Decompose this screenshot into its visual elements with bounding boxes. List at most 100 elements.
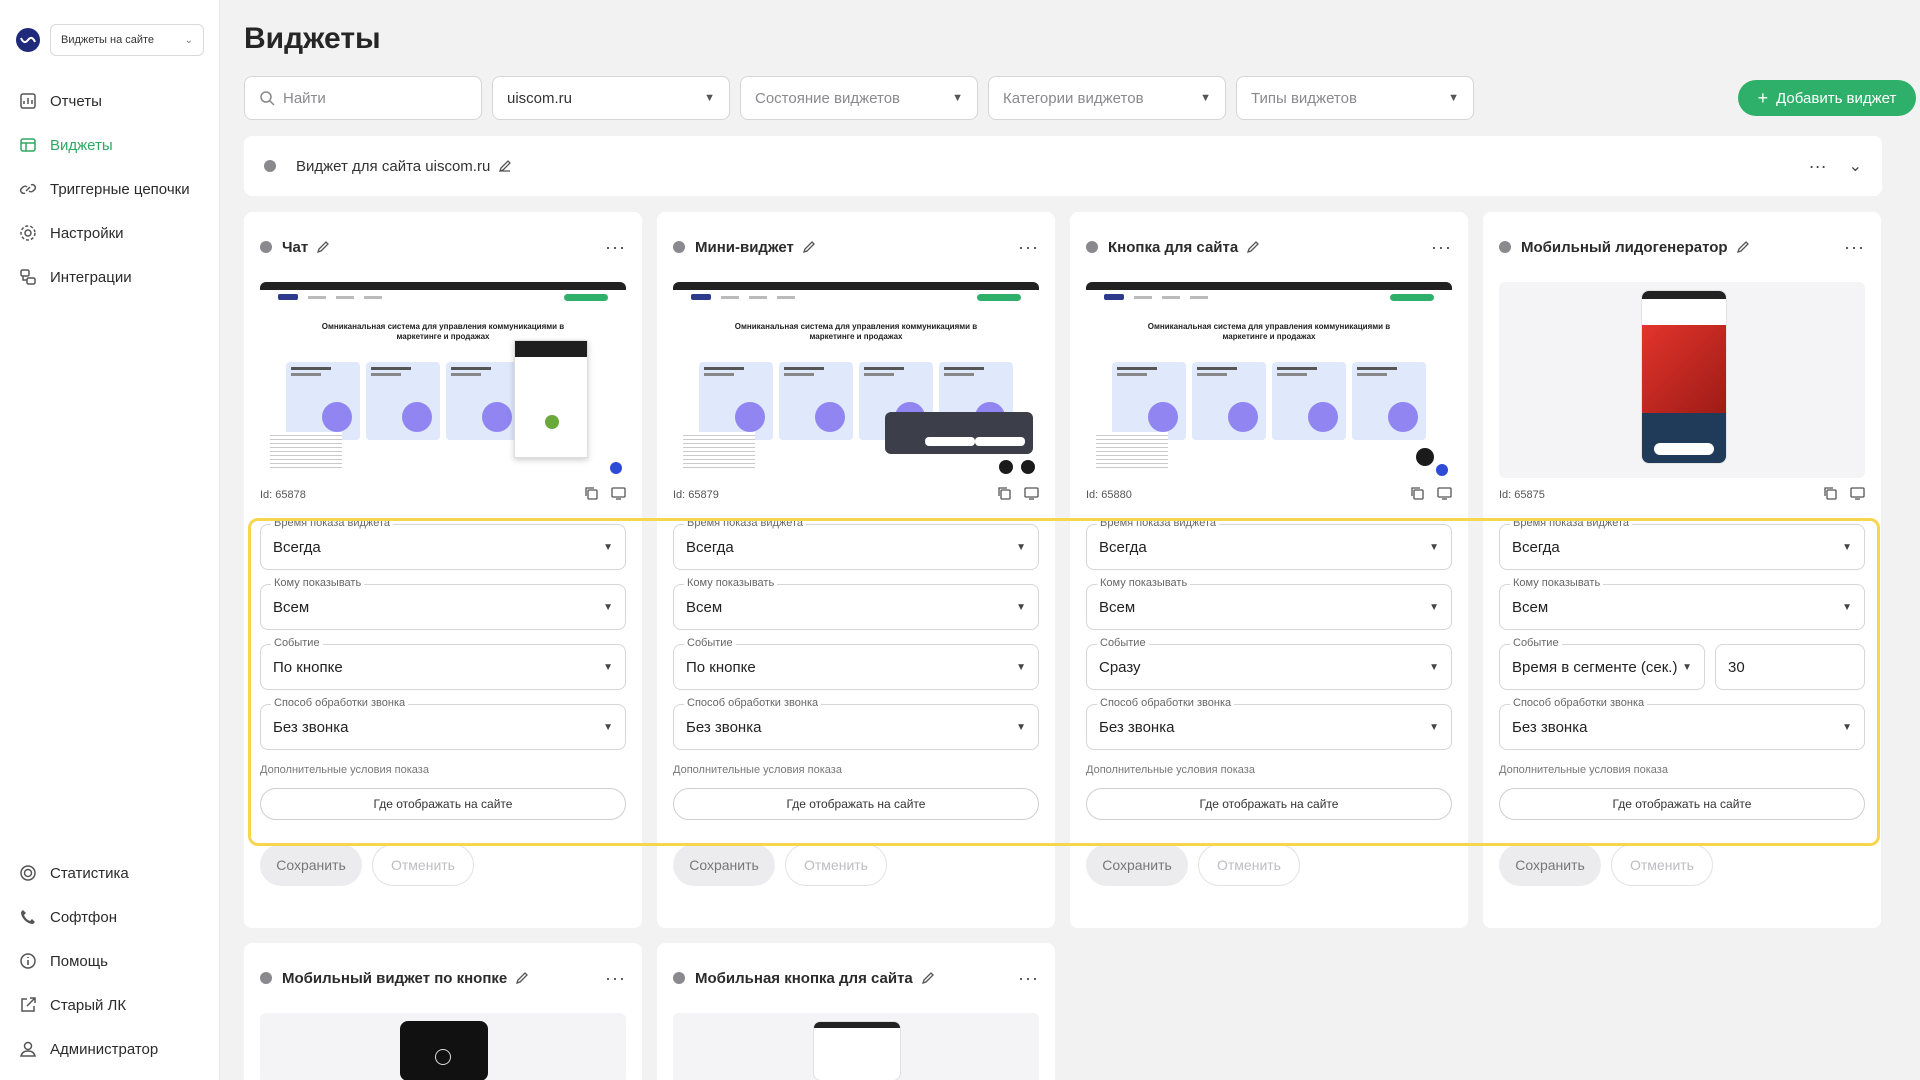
- event-select[interactable]: Событие Сразу ▼: [1086, 637, 1452, 690]
- where-to-show-button[interactable]: Где отображать на сайте: [1499, 788, 1865, 820]
- event-select[interactable]: Событие По кнопке ▼: [260, 637, 626, 690]
- save-button[interactable]: Сохранить: [260, 844, 362, 886]
- desktop-icon[interactable]: [1850, 486, 1865, 504]
- sidebar-item-help[interactable]: Помощь: [0, 939, 220, 983]
- copy-icon[interactable]: [997, 486, 1012, 504]
- widget-title: Мини-виджет: [695, 238, 794, 256]
- sidebar-item-statistics[interactable]: Статистика: [0, 851, 220, 895]
- cancel-button[interactable]: Отменить: [1611, 844, 1713, 886]
- audience-select[interactable]: Кому показывать Всем ▼: [1086, 577, 1452, 630]
- widgets-icon: [18, 135, 38, 155]
- call-mode-select[interactable]: Способ обработки звонка Без звонка ▼: [673, 697, 1039, 750]
- user-icon: [18, 1039, 38, 1059]
- show-time-select[interactable]: Время показа виджета Всегда ▼: [673, 517, 1039, 570]
- copy-icon[interactable]: [1823, 486, 1838, 504]
- state-select[interactable]: Состояние виджетов ▼: [740, 76, 978, 120]
- pencil-icon[interactable]: [498, 159, 512, 173]
- dropdown-arrow-icon: ▼: [603, 661, 613, 673]
- more-icon[interactable]: ···: [605, 968, 626, 989]
- more-icon[interactable]: ···: [1809, 156, 1827, 177]
- field-label: Событие: [1097, 637, 1149, 649]
- add-widget-button[interactable]: + Добавить виджет: [1738, 80, 1916, 116]
- more-icon[interactable]: ···: [1018, 237, 1039, 258]
- cancel-button[interactable]: Отменить: [1198, 844, 1300, 886]
- audience-select[interactable]: Кому показывать Всем ▼: [673, 577, 1039, 630]
- field-label: Способ обработки звонка: [271, 697, 409, 709]
- save-button[interactable]: Сохранить: [673, 844, 775, 886]
- cancel-button[interactable]: Отменить: [372, 844, 474, 886]
- where-to-show-button[interactable]: Где отображать на сайте: [673, 788, 1039, 820]
- where-to-show-button[interactable]: Где отображать на сайте: [260, 788, 626, 820]
- widget-title: Чат: [282, 238, 309, 256]
- sidebar-item-admin[interactable]: Администратор: [0, 1027, 220, 1071]
- call-mode-value: Без звонка: [273, 718, 349, 736]
- pencil-icon[interactable]: [1246, 240, 1260, 254]
- audience-select[interactable]: Кому показывать Всем ▼: [260, 577, 626, 630]
- search-input[interactable]: Найти: [244, 76, 482, 120]
- save-button[interactable]: Сохранить: [1086, 844, 1188, 886]
- logo[interactable]: [16, 28, 40, 52]
- call-mode-value: Без звонка: [1512, 718, 1588, 736]
- cancel-button[interactable]: Отменить: [785, 844, 887, 886]
- field-label: Способ обработки звонка: [684, 697, 822, 709]
- call-mode-select[interactable]: Способ обработки звонка Без звонка ▼: [1086, 697, 1452, 750]
- call-mode-select[interactable]: Способ обработки звонка Без звонка ▼: [1499, 697, 1865, 750]
- help-icon: [18, 951, 38, 971]
- status-dot: [673, 241, 685, 253]
- pencil-icon[interactable]: [802, 240, 816, 254]
- more-icon[interactable]: ···: [1018, 968, 1039, 989]
- integrations-icon: [18, 267, 38, 287]
- where-to-show-button[interactable]: Где отображать на сайте: [1086, 788, 1452, 820]
- copy-icon[interactable]: [584, 486, 599, 504]
- sidebar-nav-top: Отчеты Виджеты Триггерные цепочки Настро…: [0, 79, 220, 299]
- site-select[interactable]: uiscom.ru ▼: [492, 76, 730, 120]
- dropdown-arrow-icon: ▼: [1016, 661, 1026, 673]
- event-seconds-input[interactable]: 30: [1715, 644, 1865, 690]
- call-mode-select[interactable]: Способ обработки звонка Без звонка ▼: [260, 697, 626, 750]
- save-button[interactable]: Сохранить: [1499, 844, 1601, 886]
- audience-select[interactable]: Кому показывать Всем ▼: [1499, 577, 1865, 630]
- category-select[interactable]: Категории виджетов ▼: [988, 76, 1226, 120]
- more-icon[interactable]: ···: [1431, 237, 1452, 258]
- mobile-preview: [813, 1021, 901, 1080]
- sidebar-item-reports[interactable]: Отчеты: [0, 79, 220, 123]
- sidebar-item-label: Софтфон: [50, 908, 118, 926]
- widget-preview: Омниканальная система для управления ком…: [260, 282, 626, 478]
- workspace-select[interactable]: Виджеты на сайте ⌄: [50, 24, 204, 56]
- sidebar-item-triggers[interactable]: Триггерные цепочки: [0, 167, 220, 211]
- field-label: Кому показывать: [684, 577, 778, 589]
- desktop-icon[interactable]: [1437, 486, 1452, 504]
- desktop-icon[interactable]: [1024, 486, 1039, 504]
- pencil-icon[interactable]: [921, 971, 935, 985]
- more-icon[interactable]: ···: [1844, 237, 1865, 258]
- more-icon[interactable]: ···: [605, 237, 626, 258]
- copy-icon[interactable]: [1410, 486, 1425, 504]
- sidebar-item-integrations[interactable]: Интеграции: [0, 255, 220, 299]
- sidebar-item-softphone[interactable]: Софтфон: [0, 895, 220, 939]
- chevron-down-icon[interactable]: ⌄: [1849, 156, 1862, 176]
- desktop-icon[interactable]: [611, 486, 626, 504]
- type-select[interactable]: Типы виджетов ▼: [1236, 76, 1474, 120]
- dropdown-arrow-icon: ▼: [1429, 661, 1439, 673]
- page-title: Виджеты: [244, 22, 381, 55]
- main-content: Виджеты Найти uiscom.ru ▼ Состояние видж…: [220, 0, 1920, 1080]
- pencil-icon[interactable]: [316, 240, 330, 254]
- show-time-select[interactable]: Время показа виджета Всегда ▼: [1499, 517, 1865, 570]
- status-dot: [1499, 241, 1511, 253]
- pencil-icon[interactable]: [515, 971, 529, 985]
- pencil-icon[interactable]: [1736, 240, 1750, 254]
- search-icon: [259, 90, 275, 106]
- sidebar-item-old-account[interactable]: Старый ЛК: [0, 983, 220, 1027]
- event-select[interactable]: Событие По кнопке ▼: [673, 637, 1039, 690]
- sidebar-item-widgets[interactable]: Виджеты: [0, 123, 220, 167]
- widget-preview: [1499, 282, 1865, 478]
- widget-card-mobile-leadgen: Мобильный лидогенератор ··· Id: 65875 Вр…: [1483, 212, 1881, 928]
- show-time-select[interactable]: Время показа виджета Всегда ▼: [260, 517, 626, 570]
- sidebar-item-settings[interactable]: Настройки: [0, 211, 220, 255]
- site-header: Виджет для сайта uiscom.ru ··· ⌄: [244, 136, 1882, 196]
- card-header: Кнопка для сайта ···: [1070, 212, 1468, 282]
- field-label: Кому показывать: [1097, 577, 1191, 589]
- dropdown-arrow-icon: ▼: [1016, 541, 1026, 553]
- event-select[interactable]: Событие Время в сегменте (сек.) ▼: [1499, 637, 1705, 690]
- show-time-select[interactable]: Время показа виджета Всегда ▼: [1086, 517, 1452, 570]
